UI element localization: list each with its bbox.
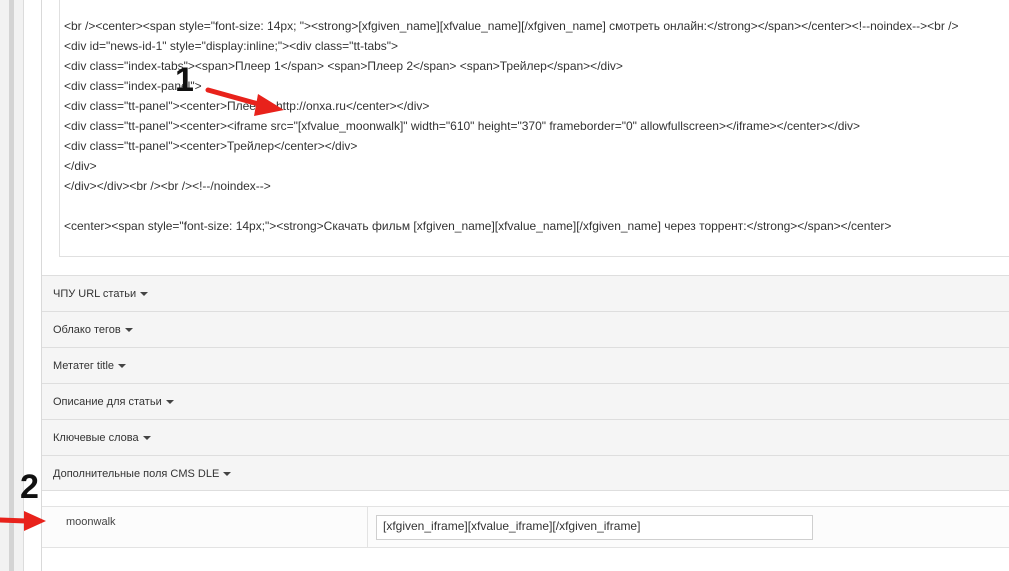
caret-down-icon [140, 292, 149, 297]
code-line-2: <div id="news-id-1" style="display:inlin… [64, 39, 399, 53]
code-line-1: <br /><center><span style="font-size: 14… [64, 19, 959, 33]
field-row-moonwalk: moonwalk [xfgiven_iframe][xfvalue_iframe… [42, 506, 1009, 548]
accordion-label: Описание для статьи [53, 396, 162, 408]
annotation-marker-1: 1 [175, 61, 194, 99]
accordion-label: Дополнительные поля CMS DLE [53, 468, 220, 480]
code-line-7: <div class="tt-panel"><center>Трейлер</c… [64, 139, 358, 153]
caret-down-icon [124, 328, 133, 333]
accordion-keywords[interactable]: Ключевые слова [42, 419, 1009, 455]
accordion-description[interactable]: Описание для статьи [42, 383, 1009, 419]
accordion-label: Облако тегов [53, 324, 121, 336]
code-line-11: <center><span style="font-size: 14px;"><… [64, 219, 892, 233]
field-divider [367, 507, 368, 547]
code-line-8: </div> [64, 159, 97, 173]
code-line-3: <div class="index-tabs"><span>Плеер 1</s… [64, 59, 623, 73]
moonwalk-field-label: moonwalk [66, 516, 116, 528]
accordion-extra-fields[interactable]: Дополнительные поля CMS DLE [42, 455, 1009, 491]
moonwalk-field-input[interactable]: [xfgiven_iframe][xfvalue_iframe][/xfgive… [376, 515, 813, 540]
gutter-bar [9, 0, 14, 571]
accordion-seo-url[interactable]: ЧПУ URL статьи [42, 275, 1009, 311]
caret-down-icon [223, 472, 232, 477]
code-line-4: <div class="index-panel"> [64, 79, 202, 93]
annotation-marker-2: 2 [20, 468, 39, 506]
caret-down-icon [142, 436, 151, 441]
code-line-6: <div class="tt-panel"><center><iframe sr… [64, 119, 861, 133]
code-line-5: <div class="tt-panel"><center>Плеер 1 ht… [64, 99, 430, 113]
accordion-label: ЧПУ URL статьи [53, 288, 137, 300]
accordion-label: Метатег title [53, 360, 115, 372]
code-line-9: </div></div><br /><br /><!--/noindex--> [64, 179, 271, 193]
extra-fields-panel: moonwalk [xfgiven_iframe][xfvalue_iframe… [42, 492, 1009, 571]
accordion-tag-cloud[interactable]: Облако тегов [42, 311, 1009, 347]
accordion-meta-title[interactable]: Метатег title [42, 347, 1009, 383]
settings-accordion: ЧПУ URL статьи Облако тегов Метатег titl… [42, 275, 1009, 491]
accordion-label: Ключевые слова [53, 432, 139, 444]
template-editor[interactable]: <br /><center><span style="font-size: 14… [59, 0, 1009, 257]
caret-down-icon [165, 400, 174, 405]
caret-down-icon [118, 364, 127, 369]
